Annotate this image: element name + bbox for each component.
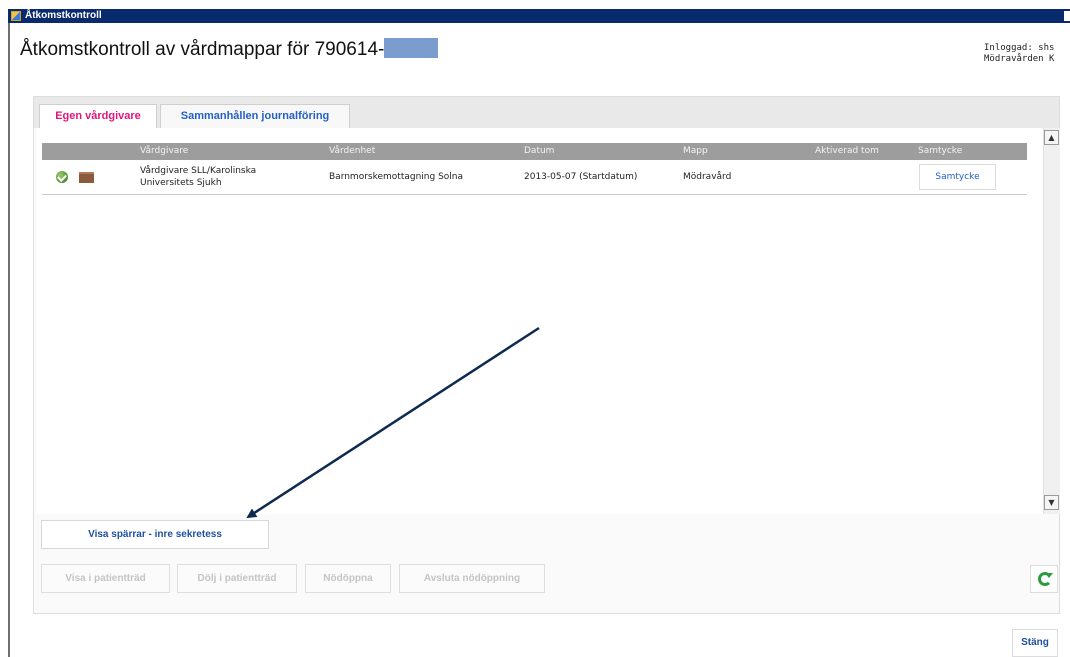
login-unit: Mödravården K [984, 54, 1055, 64]
vertical-scrollbar[interactable] [1043, 128, 1060, 514]
login-info: Inloggad: shs Mödravården K [984, 43, 1054, 65]
column-header-folder[interactable]: Mapp [683, 143, 708, 160]
app-icon [11, 11, 21, 21]
show-in-tree-button[interactable]: Visa i patientträd [41, 564, 170, 593]
column-header-active-until[interactable]: Aktiverad tom [815, 143, 879, 160]
window-titlebar: Åtkomstkontroll [8, 9, 1070, 23]
close-button[interactable]: Stäng [1012, 629, 1058, 657]
scroll-down-icon[interactable]: ▼ [1044, 495, 1059, 510]
end-emergency-button[interactable]: Avsluta nödöppning [399, 564, 545, 593]
cell-unit: Barnmorskemottagning Solna [329, 172, 464, 182]
grid-header: Vårdgivare Vårdenhet Datum Mapp Aktivera… [42, 143, 1027, 160]
refresh-icon [1038, 572, 1053, 586]
cell-caregiver-line2: Universitets Sjukh [140, 178, 222, 188]
login-user: Inloggad: shs [984, 43, 1055, 53]
column-header-unit[interactable]: Vårdenhet [329, 143, 375, 160]
cell-caregiver-line1: Vårdgivare SLL/Karolinska [140, 166, 257, 176]
cell-folder: Mödravård [683, 172, 732, 182]
redacted-id [384, 38, 439, 58]
column-header-consent[interactable]: Samtycke [918, 143, 962, 160]
cell-date: 2013-05-07 (Startdatum) [524, 172, 638, 182]
scroll-up-icon[interactable]: ▲ [1044, 130, 1059, 145]
folder-icon [79, 172, 94, 183]
hide-in-tree-button[interactable]: Dölj i patientträd [177, 564, 297, 593]
page-title: Åtkomstkontroll av vårdmappar för 790614… [20, 38, 439, 61]
refresh-button[interactable] [1030, 565, 1058, 593]
window-control-button[interactable] [1064, 11, 1070, 21]
window-title: Åtkomstkontroll [25, 10, 102, 21]
emergency-open-button[interactable]: Nödöppna [305, 564, 391, 593]
tab-shared-records[interactable]: Sammanhållen journalföring [160, 104, 350, 129]
consent-button[interactable]: Samtycke [919, 164, 996, 190]
page-title-text: Åtkomstkontroll av vårdmappar för 790614… [20, 39, 385, 60]
column-header-caregiver[interactable]: Vårdgivare [140, 143, 188, 160]
column-header-date[interactable]: Datum [524, 143, 554, 160]
ok-icon [56, 171, 68, 183]
show-locks-button[interactable]: Visa spärrar - inre sekretess [41, 520, 269, 549]
window-border [8, 23, 10, 657]
table-row[interactable]: Vårdgivare SLL/Karolinska Universitets S… [42, 160, 1027, 195]
tab-own-caregiver[interactable]: Egen vårdgivare [39, 104, 157, 129]
